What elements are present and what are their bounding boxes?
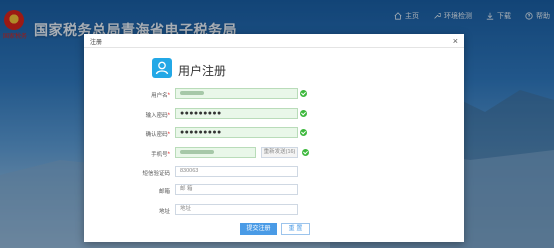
email-label: 邮箱 xyxy=(120,187,170,195)
sms-code-label: 短信验证码 xyxy=(120,169,170,177)
required-mark: * xyxy=(167,132,170,138)
address-placeholder: 地址 xyxy=(180,206,192,212)
confirm-password-input[interactable]: ●●●●●●●●● xyxy=(175,127,298,138)
email-label-text: 邮箱 xyxy=(158,189,170,195)
register-heading: 用户注册 xyxy=(178,64,227,78)
username-label: 用户名* xyxy=(120,91,170,99)
password-value: ●●●●●●●●● xyxy=(180,110,222,117)
phone-valid-icon xyxy=(302,149,309,156)
phone-value-redacted xyxy=(180,149,214,154)
sms-code-label-text: 短信验证码 xyxy=(142,171,170,177)
required-mark: * xyxy=(167,152,170,158)
email-input[interactable]: 邮 箱 xyxy=(175,184,298,195)
sms-code-value: 830063 xyxy=(180,168,199,174)
resend-code-button[interactable]: 重新发送(16) xyxy=(261,147,298,158)
password-valid-icon xyxy=(300,110,307,117)
required-mark: * xyxy=(167,93,170,99)
dialog-title: 注册 xyxy=(90,40,103,46)
username-value-redacted xyxy=(180,90,204,95)
username-valid-icon xyxy=(300,90,307,97)
phone-label-text: 手机号 xyxy=(151,152,168,158)
confirm-password-value: ●●●●●●●●● xyxy=(180,129,222,136)
phone-input[interactable] xyxy=(175,147,256,158)
confirm-password-label: 确认密码* xyxy=(120,130,170,138)
password-label-text: 输入密码 xyxy=(145,113,168,119)
confirm-password-label-text: 确认密码 xyxy=(145,132,168,138)
email-placeholder: 邮 箱 xyxy=(180,186,193,192)
address-label-text: 地址 xyxy=(158,209,170,215)
submit-button[interactable]: 提交注册 xyxy=(240,223,277,235)
reset-button[interactable]: 重 置 xyxy=(281,223,310,235)
close-button[interactable]: × xyxy=(453,35,458,47)
address-label: 地址 xyxy=(120,207,170,215)
register-dialog: 注册 × 用户注册 用户名* 输入密码* ●●●●●●●●● 确认密码* ●●●… xyxy=(84,34,464,242)
user-icon xyxy=(152,58,172,78)
dialog-header: 注册 × xyxy=(84,34,464,48)
sms-code-input[interactable]: 830063 xyxy=(175,166,298,177)
confirm-password-valid-icon xyxy=(300,129,307,136)
password-input[interactable]: ●●●●●●●●● xyxy=(175,108,298,119)
required-mark: * xyxy=(167,113,170,119)
username-label-text: 用户名 xyxy=(151,93,168,99)
phone-label: 手机号* xyxy=(120,150,170,158)
address-input[interactable]: 地址 xyxy=(175,204,298,215)
password-label: 输入密码* xyxy=(120,111,170,119)
username-input[interactable] xyxy=(175,88,298,99)
